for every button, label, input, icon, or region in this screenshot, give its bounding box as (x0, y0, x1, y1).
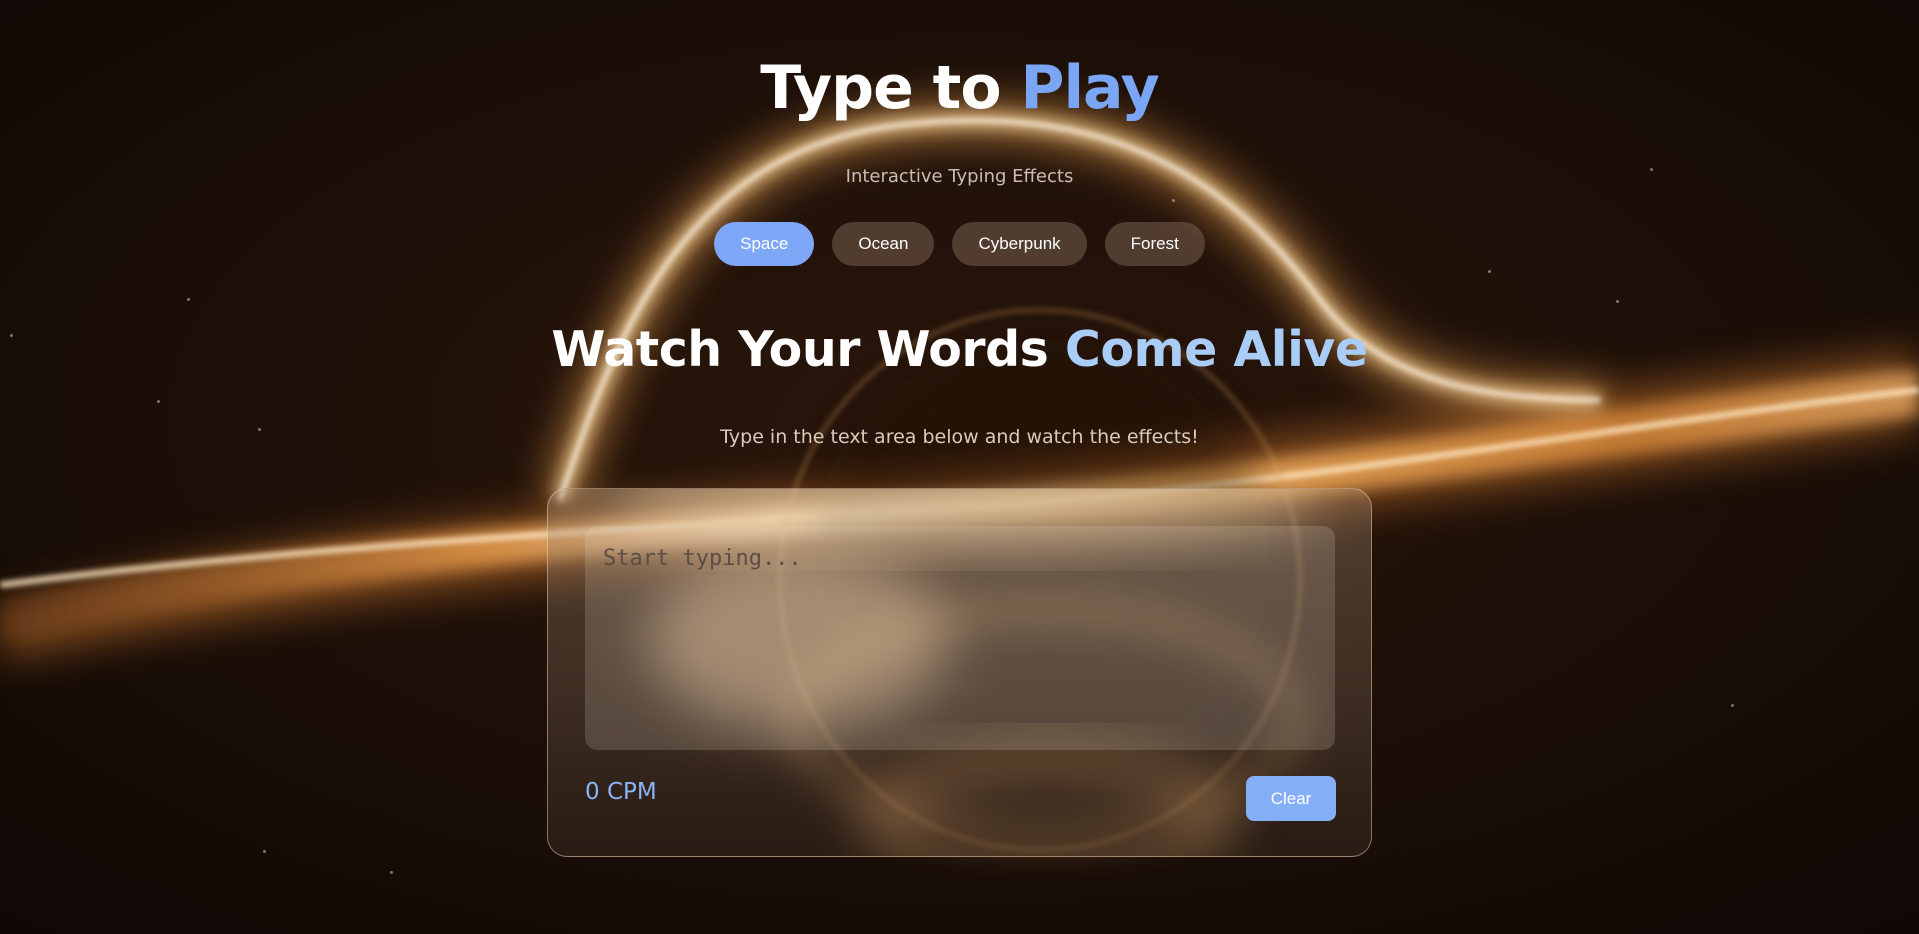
title-main: Type to (760, 53, 1021, 123)
clear-button[interactable]: Clear (1246, 776, 1336, 821)
title-accent: Play (1020, 53, 1159, 123)
theme-button-ocean[interactable]: Ocean (832, 222, 935, 266)
theme-button-space[interactable]: Space (714, 222, 815, 266)
theme-selector: Space Ocean Cyberpunk Forest (0, 222, 1919, 266)
page: Type to Play Interactive Typing Effects … (0, 0, 1919, 934)
typing-card: 0 CPM Clear (547, 488, 1372, 857)
headline-accent: Come Alive (1064, 321, 1368, 378)
theme-button-cyberpunk[interactable]: Cyberpunk (952, 222, 1087, 266)
main-content: Type to Play Interactive Typing Effects … (0, 0, 1919, 934)
page-subtitle: Interactive Typing Effects (845, 166, 1074, 187)
cpm-counter: 0 CPM (585, 779, 657, 805)
theme-button-forest[interactable]: Forest (1104, 222, 1205, 266)
page-title: Type to Play (0, 52, 1919, 124)
hero-headline: Watch Your Words Come Alive (0, 318, 1919, 382)
typing-input[interactable] (585, 526, 1335, 750)
headline-main: Watch Your Words (551, 321, 1065, 378)
hero-instruction: Type in the text area below and watch th… (720, 426, 1199, 448)
